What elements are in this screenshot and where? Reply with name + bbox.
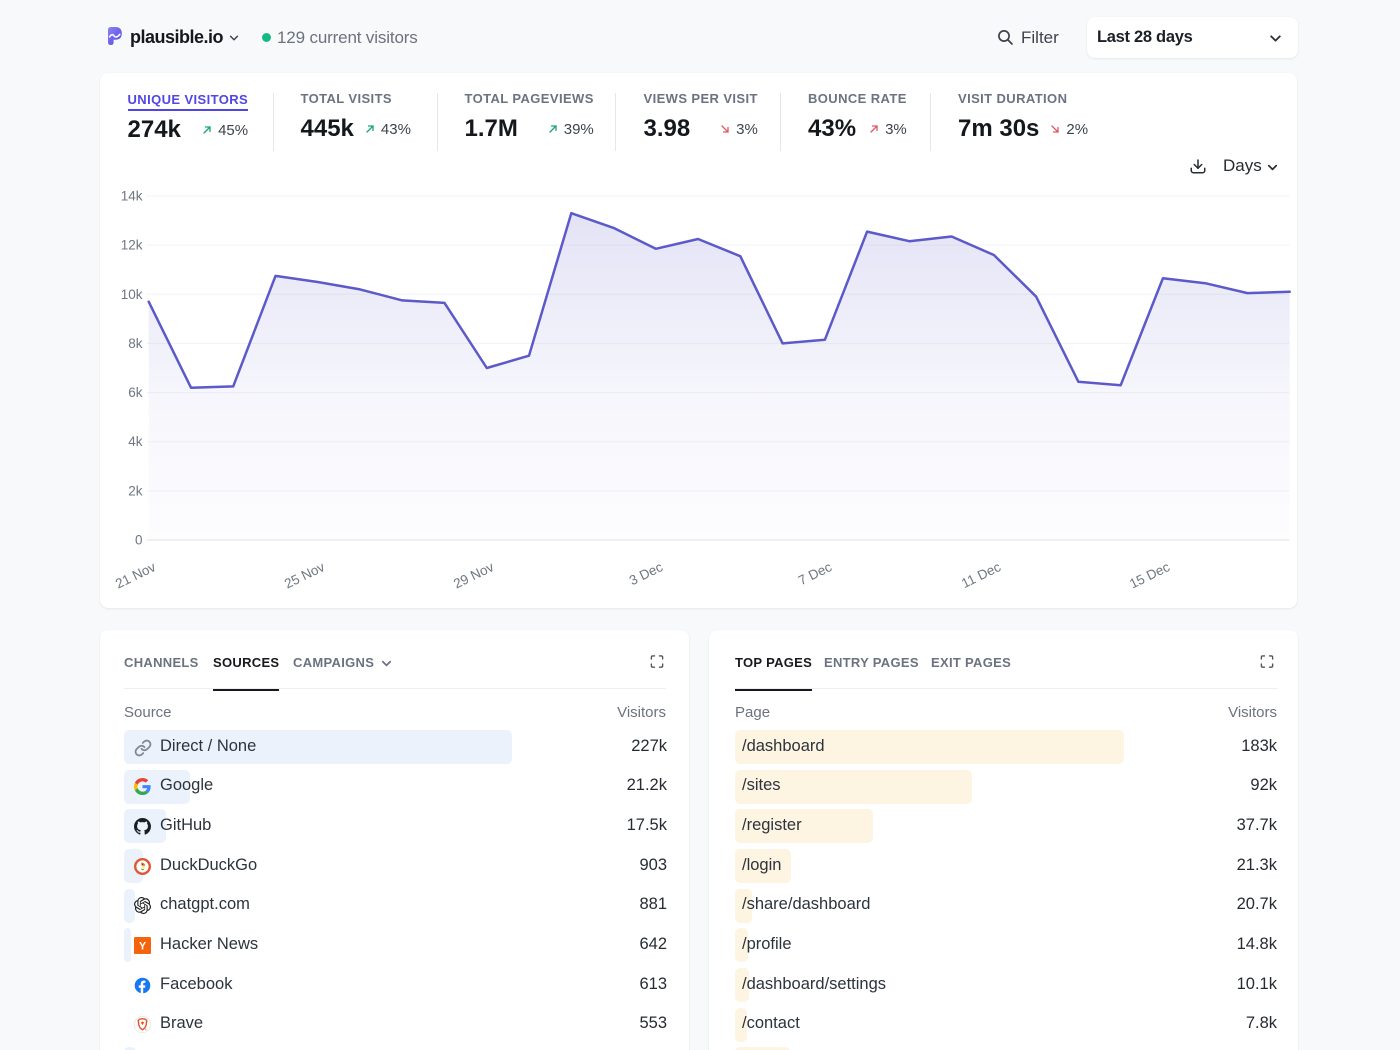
svg-text:4k: 4k — [128, 434, 143, 449]
svg-text:15 Dec: 15 Dec — [1127, 559, 1172, 591]
svg-text:21 Nov: 21 Nov — [113, 559, 158, 591]
svg-text:10k: 10k — [121, 287, 143, 302]
svg-text:14k: 14k — [121, 189, 143, 204]
svg-text:11 Dec: 11 Dec — [959, 559, 1003, 591]
svg-text:Y: Y — [139, 940, 146, 952]
svg-text:29 Nov: 29 Nov — [451, 559, 496, 591]
svg-text:7 Dec: 7 Dec — [796, 559, 834, 588]
svg-text:3 Dec: 3 Dec — [627, 559, 665, 588]
svg-text:12k: 12k — [121, 238, 143, 253]
svg-text:6k: 6k — [128, 385, 143, 400]
svg-text:25 Nov: 25 Nov — [282, 559, 327, 591]
svg-text:0: 0 — [135, 533, 143, 548]
svg-text:2k: 2k — [128, 483, 143, 498]
svg-text:8k: 8k — [128, 336, 143, 351]
